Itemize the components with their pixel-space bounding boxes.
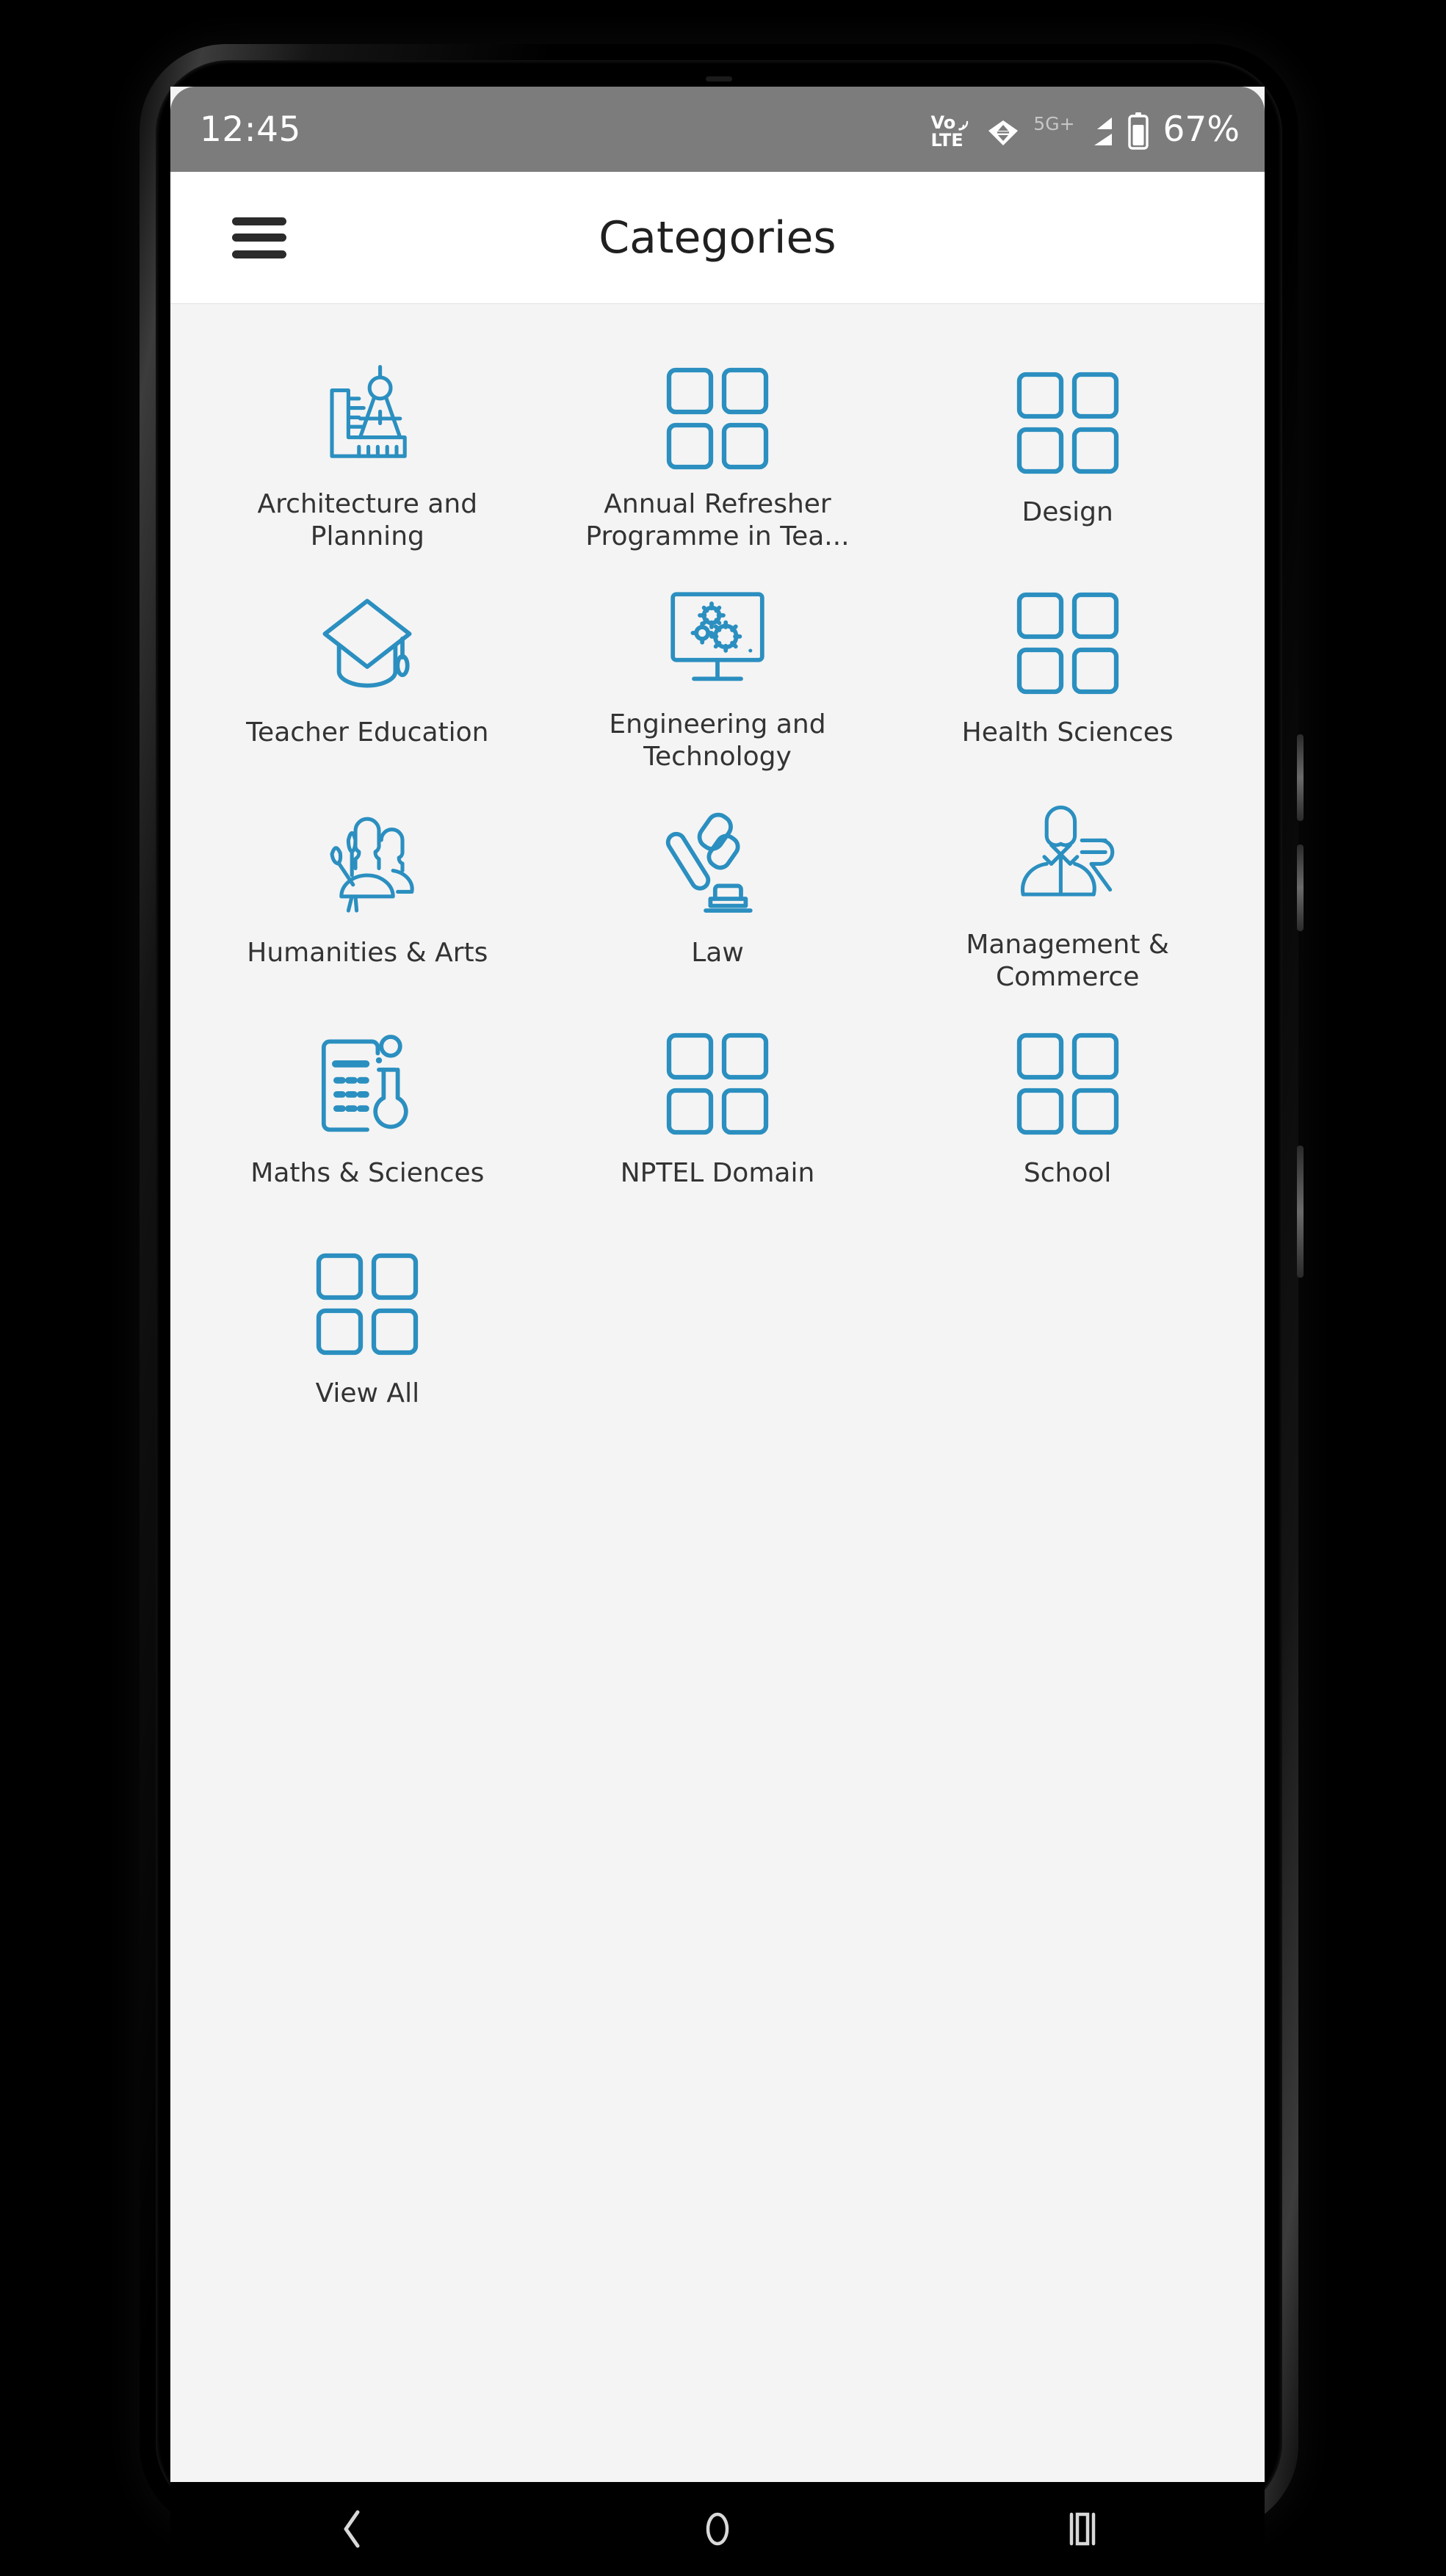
signal-icon: 5G+: [1033, 113, 1114, 150]
menu-line-3: [232, 250, 286, 258]
people-brush-icon: [308, 800, 426, 927]
volume-down-button[interactable]: [1297, 844, 1304, 931]
category-item-architecture-and-planning[interactable]: Architecture and Planning: [192, 333, 543, 554]
hamburger-menu-icon[interactable]: [232, 217, 286, 258]
phone-screen: 12:45 Vo LTE 5G+ 67% Categories Architec…: [170, 87, 1265, 2482]
category-label: Architecture and Planning: [257, 488, 478, 552]
volume-up-button[interactable]: [1297, 734, 1304, 821]
earpiece-speaker: [706, 76, 732, 82]
status-bar: 12:45 Vo LTE 5G+ 67%: [170, 87, 1265, 172]
wifi-icon: [988, 120, 1019, 145]
category-label: School: [1023, 1158, 1112, 1188]
category-label: Humanities & Arts: [247, 938, 488, 968]
category-label: View All: [315, 1378, 420, 1408]
monitor-gears-icon: [659, 580, 776, 698]
four-squares-icon: [662, 1021, 773, 1147]
menu-line-1: [232, 217, 286, 225]
category-item-view-all[interactable]: View All: [192, 1215, 543, 1435]
back-icon[interactable]: [284, 2500, 421, 2558]
volte-bottom-label: LTE: [930, 129, 964, 151]
category-item-health-sciences[interactable]: Health Sciences: [892, 554, 1243, 774]
app-bar: Categories: [170, 172, 1265, 304]
power-button[interactable]: [1297, 1146, 1304, 1278]
status-clock: 12:45: [200, 109, 301, 150]
network-type-label: 5G+: [1033, 112, 1075, 134]
category-item-law[interactable]: Law: [543, 774, 893, 994]
four-squares-icon: [312, 1241, 422, 1367]
android-nav-bar: [170, 2482, 1265, 2576]
category-item-engineering-and-technology[interactable]: Engineering and Technology: [543, 554, 893, 774]
category-grid: Architecture and Planning Annual Refresh…: [170, 304, 1265, 1435]
volte-signal-waves-icon: [958, 121, 969, 131]
category-label: Health Sciences: [961, 717, 1174, 748]
category-item-annual-refresher-programme[interactable]: Annual Refresher Programme in Tea...: [543, 333, 893, 554]
four-squares-icon: [1013, 360, 1123, 486]
calculator-flask-icon: [308, 1021, 426, 1147]
category-item-maths-and-sciences[interactable]: Maths & Sciences: [192, 994, 543, 1215]
category-item-school[interactable]: School: [892, 994, 1243, 1215]
battery-icon: [1127, 112, 1149, 150]
graduation-cap-icon: [308, 580, 426, 706]
menu-line-2: [232, 234, 286, 242]
status-icons: Vo LTE 5G+ 67%: [931, 109, 1240, 150]
category-label: Design: [1022, 497, 1113, 527]
gavel-icon: [659, 800, 776, 927]
category-label: Management & Commerce: [966, 929, 1169, 993]
category-item-design[interactable]: Design: [892, 333, 1243, 554]
category-label: Annual Refresher Programme in Tea...: [585, 488, 850, 552]
category-item-teacher-education[interactable]: Teacher Education: [192, 554, 543, 774]
category-label: Law: [691, 938, 744, 968]
four-squares-icon: [1013, 1021, 1123, 1147]
category-label: Teacher Education: [246, 717, 489, 748]
signal-bars-icon: [1093, 117, 1112, 145]
recents-icon[interactable]: [1014, 2500, 1151, 2558]
category-item-humanities-and-arts[interactable]: Humanities & Arts: [192, 774, 543, 994]
category-label: NPTEL Domain: [620, 1158, 815, 1188]
compass-ruler-icon: [308, 360, 426, 478]
category-label: Maths & Sciences: [250, 1158, 485, 1188]
category-item-management-and-commerce[interactable]: Management & Commerce: [892, 774, 1243, 994]
category-label: Engineering and Technology: [609, 709, 826, 773]
four-squares-icon: [662, 360, 773, 478]
businessperson-rupee-icon: [1009, 800, 1127, 919]
page-title: Categories: [599, 211, 836, 264]
category-item-nptel-domain[interactable]: NPTEL Domain: [543, 994, 893, 1215]
volte-icon: Vo LTE: [931, 115, 974, 149]
home-icon[interactable]: [649, 2500, 786, 2558]
four-squares-icon: [1013, 580, 1123, 706]
battery-percent-label: 67%: [1163, 109, 1240, 150]
